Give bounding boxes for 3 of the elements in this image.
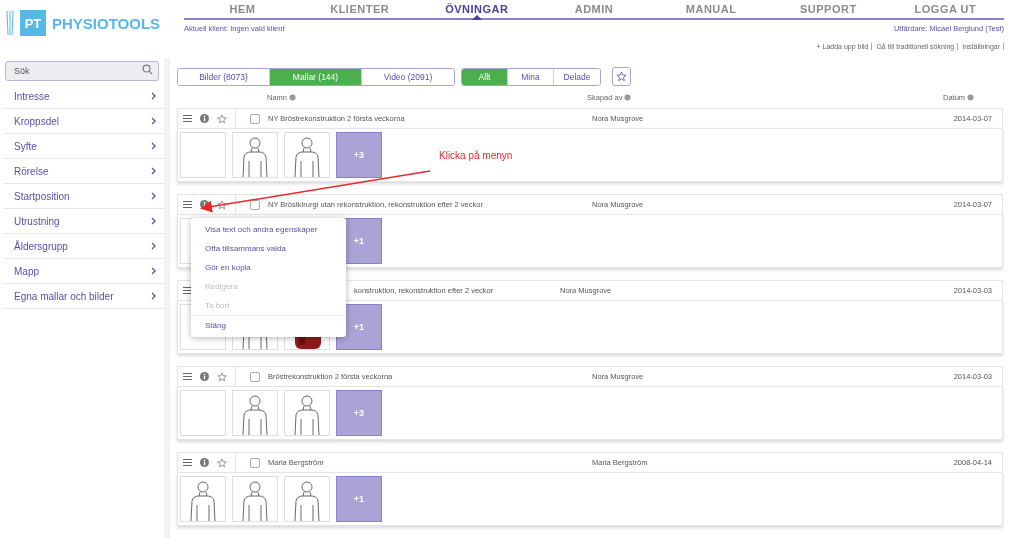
annotation-text: Klicka på menyn xyxy=(439,150,513,161)
logo-mark: PT xyxy=(20,10,46,36)
logo-name: PHYSIOTOOLS xyxy=(52,14,161,32)
